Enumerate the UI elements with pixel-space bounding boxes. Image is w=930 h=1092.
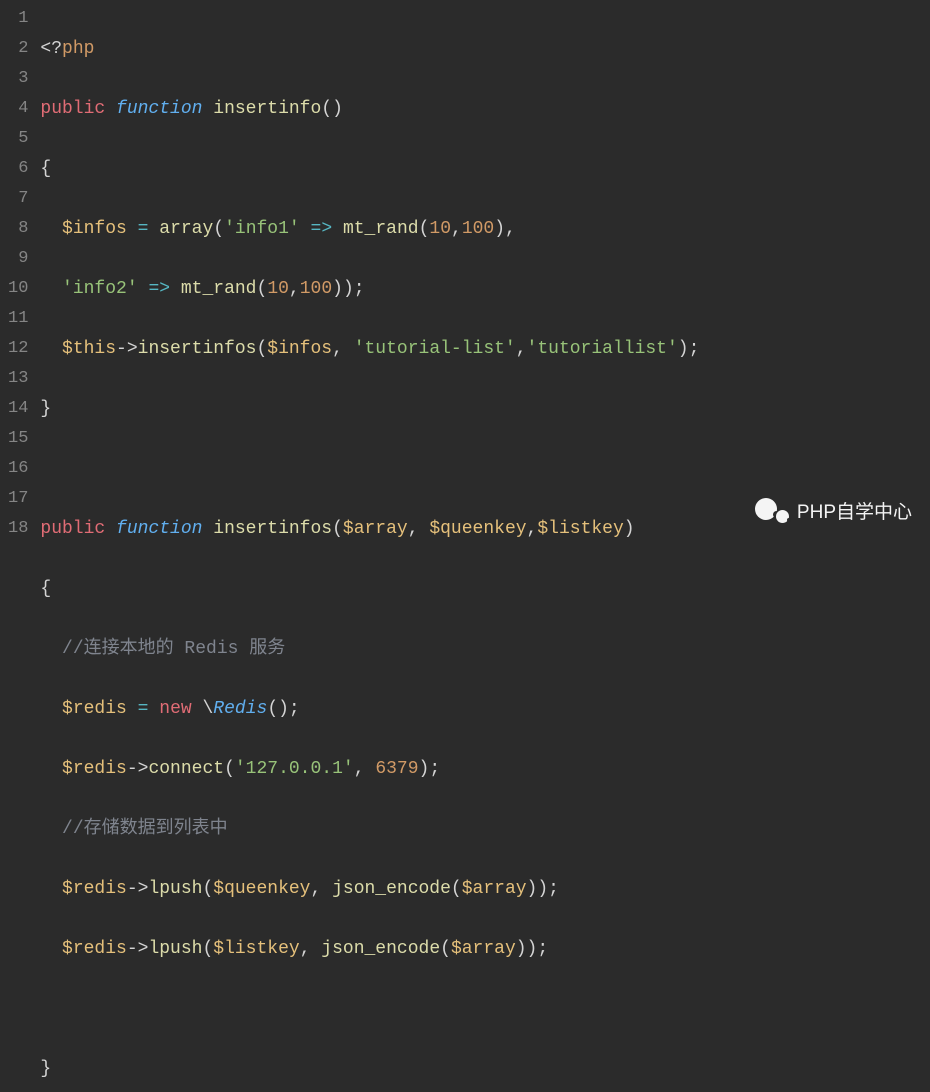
- code-line: //存储数据到列表中: [40, 814, 930, 844]
- code-line: {: [40, 574, 930, 604]
- line-number: 2: [8, 34, 28, 64]
- watermark-text: PHP自学中心: [797, 497, 912, 524]
- line-number: 6: [8, 154, 28, 184]
- code-line: }: [40, 394, 930, 424]
- line-number-gutter: 1 2 3 4 5 6 7 8 9 10 11 12 13 14 15 16 1…: [0, 0, 40, 546]
- code-editor: 1 2 3 4 5 6 7 8 9 10 11 12 13 14 15 16 1…: [0, 0, 930, 546]
- code-line: <?php: [40, 34, 930, 64]
- watermark: PHP自学中心: [755, 496, 912, 524]
- code-line: [40, 994, 930, 1024]
- wechat-icon: [755, 496, 789, 524]
- code-line: {: [40, 154, 930, 184]
- line-number: 7: [8, 184, 28, 214]
- line-number: 1: [8, 4, 28, 34]
- code-line: }: [40, 1054, 930, 1084]
- code-line: $redis->lpush($queenkey, json_encode($ar…: [40, 874, 930, 904]
- code-area[interactable]: <?php public function insertinfo() { $in…: [40, 0, 930, 546]
- line-number: 5: [8, 124, 28, 154]
- line-number: 4: [8, 94, 28, 124]
- line-number: 17: [8, 484, 28, 514]
- line-number: 15: [8, 424, 28, 454]
- code-line: $infos = array('info1' => mt_rand(10,100…: [40, 214, 930, 244]
- line-number: 3: [8, 64, 28, 94]
- code-line: //连接本地的 Redis 服务: [40, 634, 930, 664]
- line-number: 8: [8, 214, 28, 244]
- line-number: 16: [8, 454, 28, 484]
- line-number: 12: [8, 334, 28, 364]
- code-line: $redis->lpush($listkey, json_encode($arr…: [40, 934, 930, 964]
- line-number: 11: [8, 304, 28, 334]
- code-line: $this->insertinfos($infos, 'tutorial-lis…: [40, 334, 930, 364]
- code-line: 'info2' => mt_rand(10,100));: [40, 274, 930, 304]
- line-number: 14: [8, 394, 28, 424]
- line-number: 13: [8, 364, 28, 394]
- line-number: 10: [8, 274, 28, 304]
- code-line: public function insertinfo(): [40, 94, 930, 124]
- code-line: [40, 454, 930, 484]
- line-number: 9: [8, 244, 28, 274]
- code-line: $redis->connect('127.0.0.1', 6379);: [40, 754, 930, 784]
- code-line: $redis = new \Redis();: [40, 694, 930, 724]
- line-number: 18: [8, 514, 28, 544]
